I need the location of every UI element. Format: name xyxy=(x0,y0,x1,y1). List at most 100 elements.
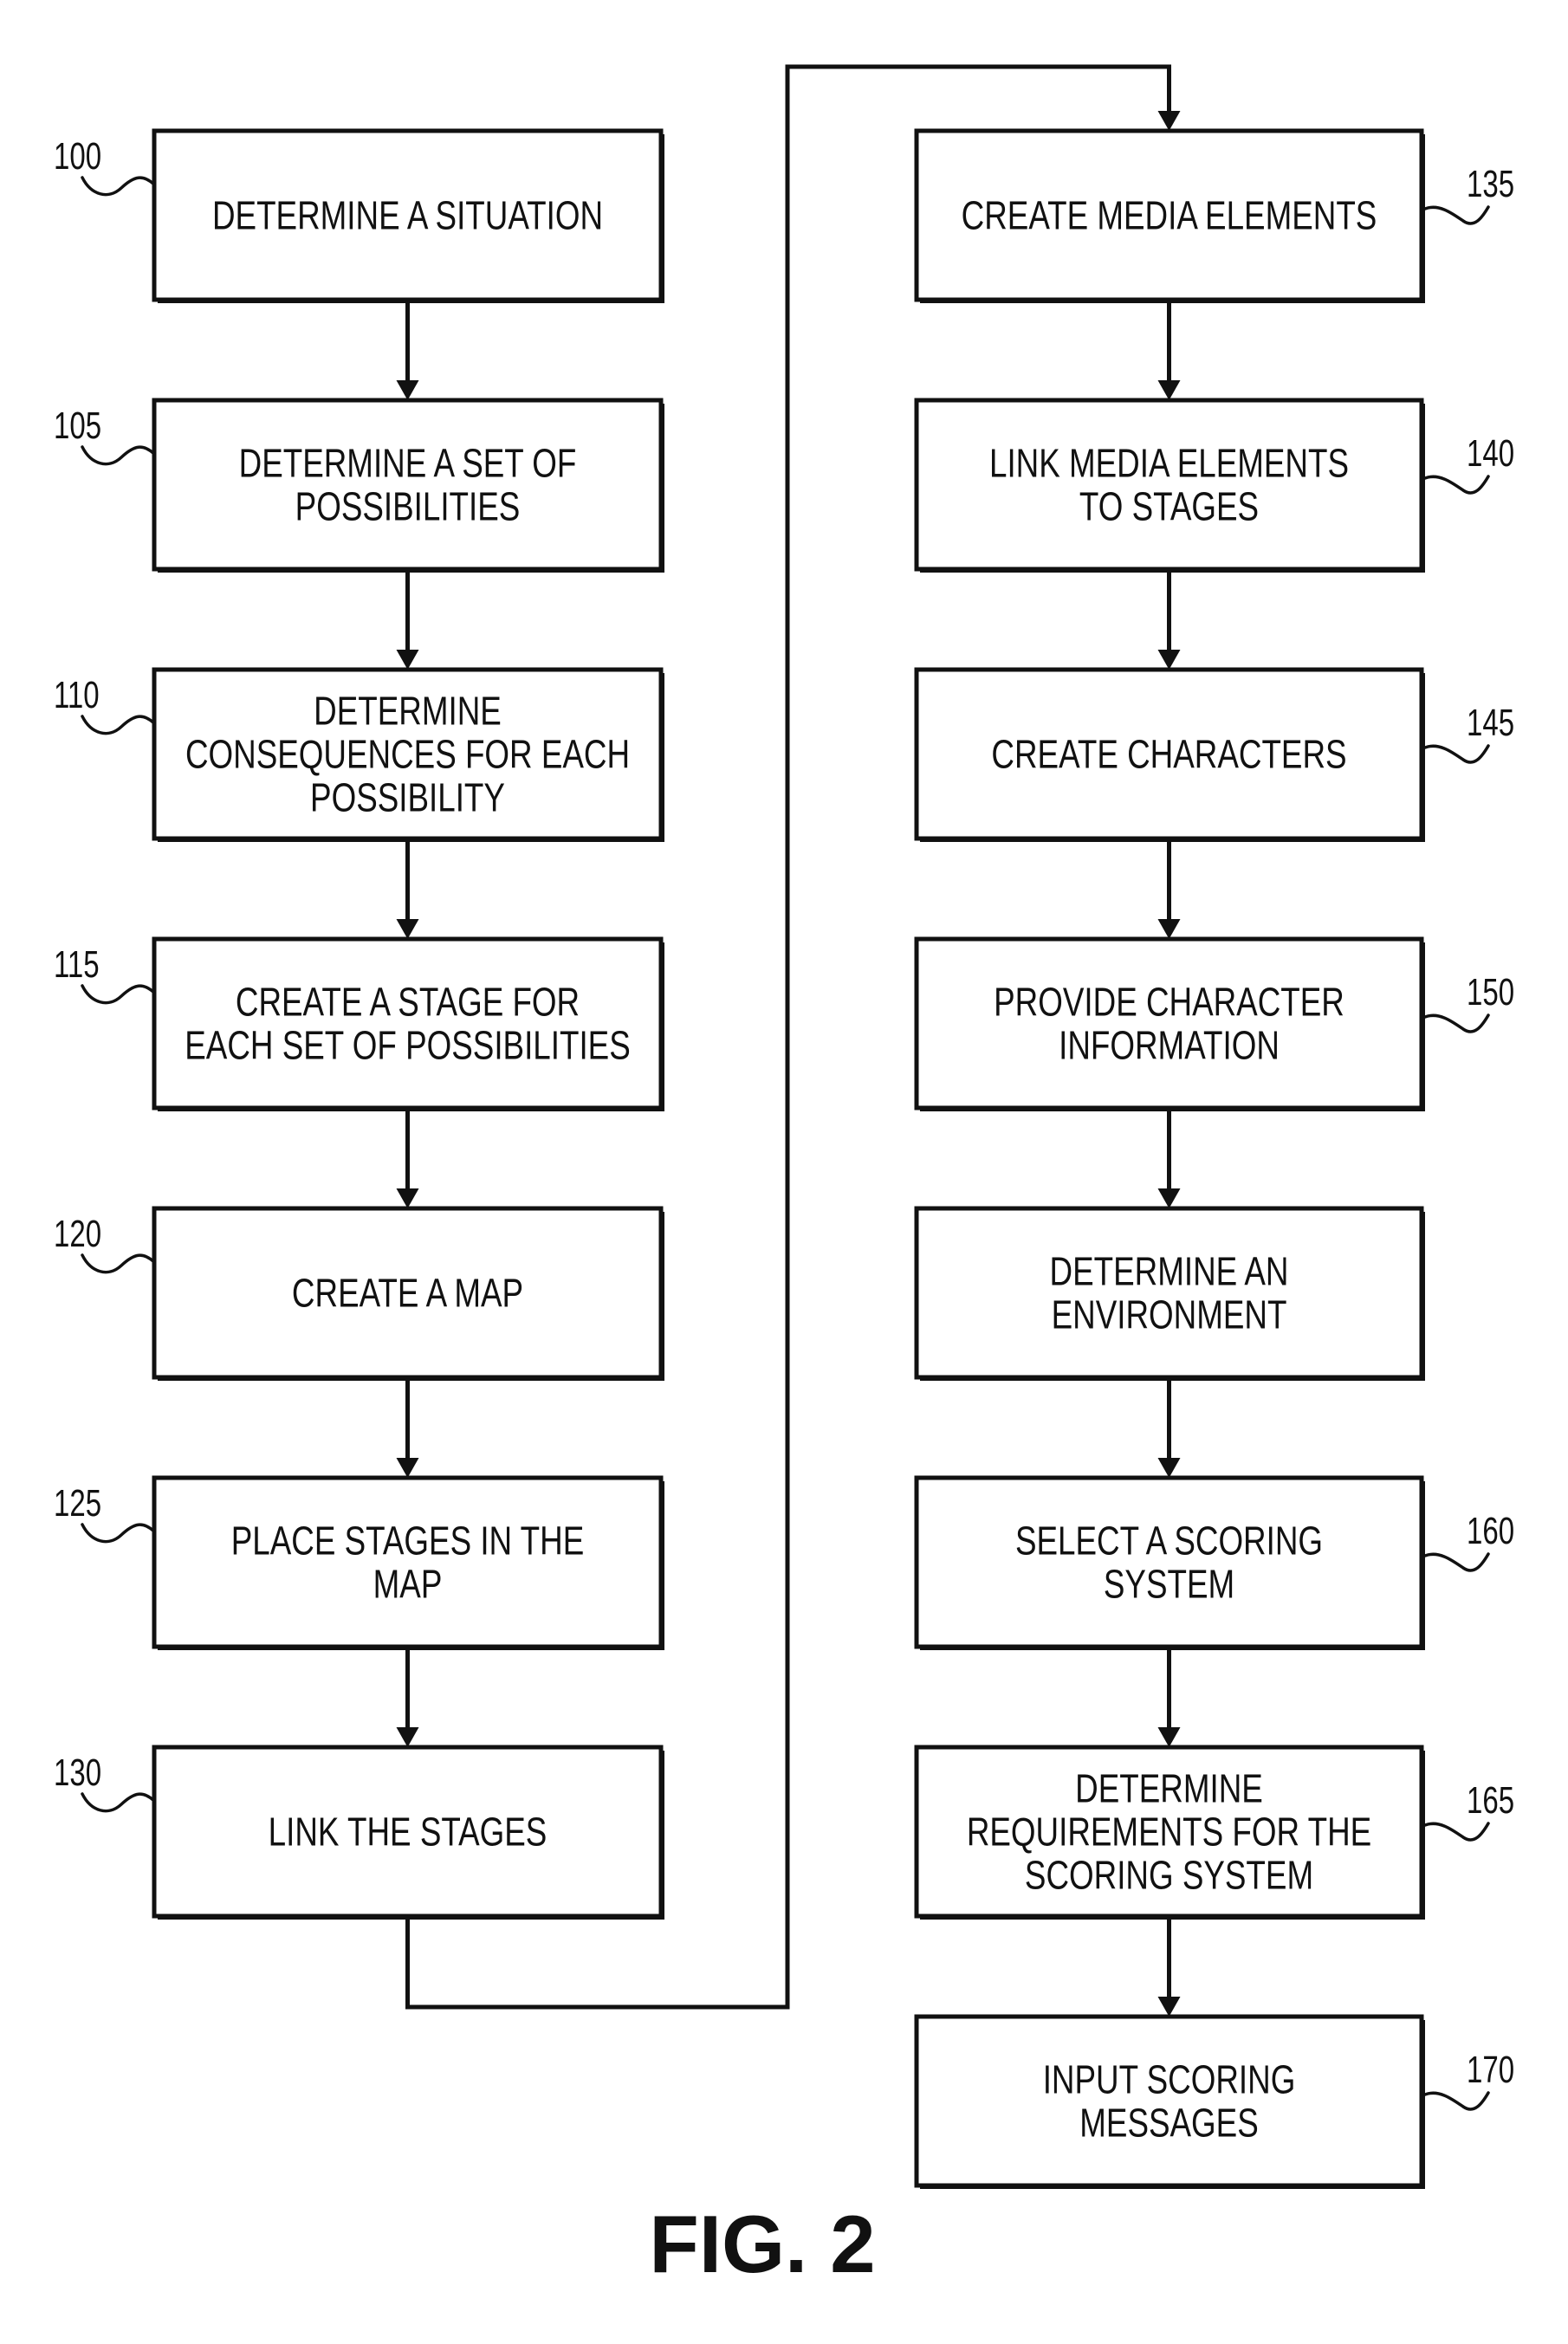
box-text-line: POSSIBILITIES xyxy=(295,484,521,529)
arrowhead-icon xyxy=(396,919,419,939)
reference-110: 110 xyxy=(54,675,156,735)
box-text-line: REQUIREMENTS FOR THE xyxy=(967,1810,1371,1855)
box-text-line: CREATE CHARACTERS xyxy=(991,732,1346,777)
step-box-140: LINK MEDIA ELEMENTSTO STAGES xyxy=(914,398,1425,573)
reference-number: 125 xyxy=(54,1483,101,1525)
arrowhead-icon xyxy=(1157,380,1181,400)
box-text-line: SCORING SYSTEM xyxy=(1025,1853,1313,1898)
step-box-150: PROVIDE CHARACTERINFORMATION xyxy=(914,936,1425,1111)
reference-number: 170 xyxy=(1467,2049,1514,2092)
step-box-165: DETERMINEREQUIREMENTS FOR THESCORING SYS… xyxy=(914,1745,1425,1920)
step-box-160: SELECT A SCORINGSYSTEM xyxy=(914,1475,1425,1650)
box-text-line: ENVIRONMENT xyxy=(1052,1292,1287,1337)
step-box-145: CREATE CHARACTERS xyxy=(914,667,1425,842)
leader-squiggle-icon xyxy=(1423,744,1490,764)
reference-number: 145 xyxy=(1467,703,1514,745)
reference-165: 165 xyxy=(1423,1780,1514,1842)
arrowhead-icon xyxy=(1157,111,1181,131)
reference-number: 110 xyxy=(54,675,100,717)
reference-130: 130 xyxy=(54,1752,156,1813)
box-text-line: SYSTEM xyxy=(1104,1562,1234,1607)
arrowhead-icon xyxy=(396,1727,419,1747)
step-box-110: DETERMINECONSEQUENCES FOR EACHPOSSIBILIT… xyxy=(152,667,664,842)
leader-squiggle-icon xyxy=(81,715,156,735)
box-text-line: MESSAGES xyxy=(1079,2101,1258,2146)
reference-135: 135 xyxy=(1423,164,1514,225)
leader-squiggle-icon xyxy=(1423,205,1490,225)
step-box-120: CREATE A MAP xyxy=(152,1206,664,1381)
arrowhead-icon xyxy=(1157,1458,1181,1478)
leader-squiggle-icon xyxy=(1423,2091,1490,2111)
leader-squiggle-icon xyxy=(81,1523,156,1544)
reference-125: 125 xyxy=(54,1483,156,1544)
box-text-line: DETERMINE xyxy=(314,689,502,734)
reference-number: 130 xyxy=(54,1752,101,1795)
box-text-line: INPUT SCORING xyxy=(1043,2057,1296,2102)
step-box-determine-an-environment: DETERMINE ANENVIRONMENT xyxy=(914,1206,1425,1381)
leader-squiggle-icon xyxy=(81,1253,156,1274)
reference-number: 140 xyxy=(1467,433,1514,476)
box-text-line: CREATE A STAGE FOR xyxy=(236,980,580,1025)
reference-number: 165 xyxy=(1467,1780,1514,1823)
box-text-line: POSSIBILITY xyxy=(310,775,505,820)
box-text-line: TO STAGES xyxy=(1079,484,1259,529)
figure-caption: FIG. 2 xyxy=(649,2198,875,2289)
box-text-line: DETERMINE A SITUATION xyxy=(212,193,603,238)
arrowhead-icon xyxy=(1157,1188,1181,1208)
box-text-line: LINK MEDIA ELEMENTS xyxy=(989,441,1349,486)
reference-number: 135 xyxy=(1467,164,1514,206)
arrowhead-icon xyxy=(396,650,419,670)
box-text-line: DETERMINE A SET OF xyxy=(239,441,577,486)
reference-100: 100 xyxy=(54,136,156,197)
step-box-170: INPUT SCORINGMESSAGES xyxy=(914,2014,1425,2189)
reference-170: 170 xyxy=(1423,2049,1514,2111)
leader-squiggle-icon xyxy=(1423,1822,1490,1842)
box-text-line: CREATE A MAP xyxy=(292,1271,523,1316)
arrowhead-icon xyxy=(1157,650,1181,670)
box-text-line: DETERMINE xyxy=(1075,1766,1263,1811)
reference-number: 100 xyxy=(54,136,101,178)
box-text-line: CREATE MEDIA ELEMENTS xyxy=(962,193,1377,238)
arrowhead-icon xyxy=(396,1458,419,1478)
box-text-line: DETERMINE AN xyxy=(1050,1249,1289,1294)
step-box-130: LINK THE STAGES xyxy=(152,1745,664,1920)
box-text-line: MAP xyxy=(373,1562,443,1607)
reference-140: 140 xyxy=(1423,433,1514,495)
reference-160: 160 xyxy=(1423,1511,1514,1572)
flowchart-canvas: DETERMINE A SITUATIONDETERMINE A SET OFP… xyxy=(54,64,1514,2289)
box-text-line: PLACE STAGES IN THE xyxy=(231,1518,585,1564)
reference-number: 120 xyxy=(54,1214,101,1256)
step-box-115: CREATE A STAGE FOREACH SET OF POSSIBILIT… xyxy=(152,936,664,1111)
reference-number: 150 xyxy=(1467,972,1514,1014)
arrowhead-icon xyxy=(1157,1727,1181,1747)
arrowhead-icon xyxy=(396,1188,419,1208)
box-text-line: PROVIDE CHARACTER xyxy=(994,980,1344,1025)
leader-squiggle-icon xyxy=(1423,1552,1490,1572)
arrowhead-icon xyxy=(396,380,419,400)
step-box-100: DETERMINE A SITUATION xyxy=(152,128,664,303)
leader-squiggle-icon xyxy=(81,984,156,1005)
leader-squiggle-icon xyxy=(1423,475,1490,495)
step-box-105: DETERMINE A SET OFPOSSIBILITIES xyxy=(152,398,664,573)
box-text-line: CONSEQUENCES FOR EACH xyxy=(185,732,630,777)
reference-145: 145 xyxy=(1423,703,1514,764)
reference-150: 150 xyxy=(1423,972,1514,1033)
reference-number: 115 xyxy=(54,944,100,987)
arrowhead-icon xyxy=(1157,919,1181,939)
arrowhead-icon xyxy=(1157,1997,1181,2017)
box-text-line: INFORMATION xyxy=(1059,1023,1280,1068)
box-text-line: EACH SET OF POSSIBILITIES xyxy=(185,1023,630,1068)
leader-squiggle-icon xyxy=(81,176,156,197)
leader-squiggle-icon xyxy=(81,1792,156,1813)
reference-number: 105 xyxy=(54,405,101,448)
box-text-line: LINK THE STAGES xyxy=(269,1810,548,1855)
leader-squiggle-icon xyxy=(1423,1013,1490,1033)
step-box-135: CREATE MEDIA ELEMENTS xyxy=(914,128,1425,303)
reference-115: 115 xyxy=(54,944,156,1005)
reference-number: 160 xyxy=(1467,1511,1514,1553)
box-text-line: SELECT A SCORING xyxy=(1015,1518,1323,1564)
leader-squiggle-icon xyxy=(81,445,156,466)
reference-120: 120 xyxy=(54,1214,156,1274)
step-box-125: PLACE STAGES IN THEMAP xyxy=(152,1475,664,1650)
reference-105: 105 xyxy=(54,405,156,466)
